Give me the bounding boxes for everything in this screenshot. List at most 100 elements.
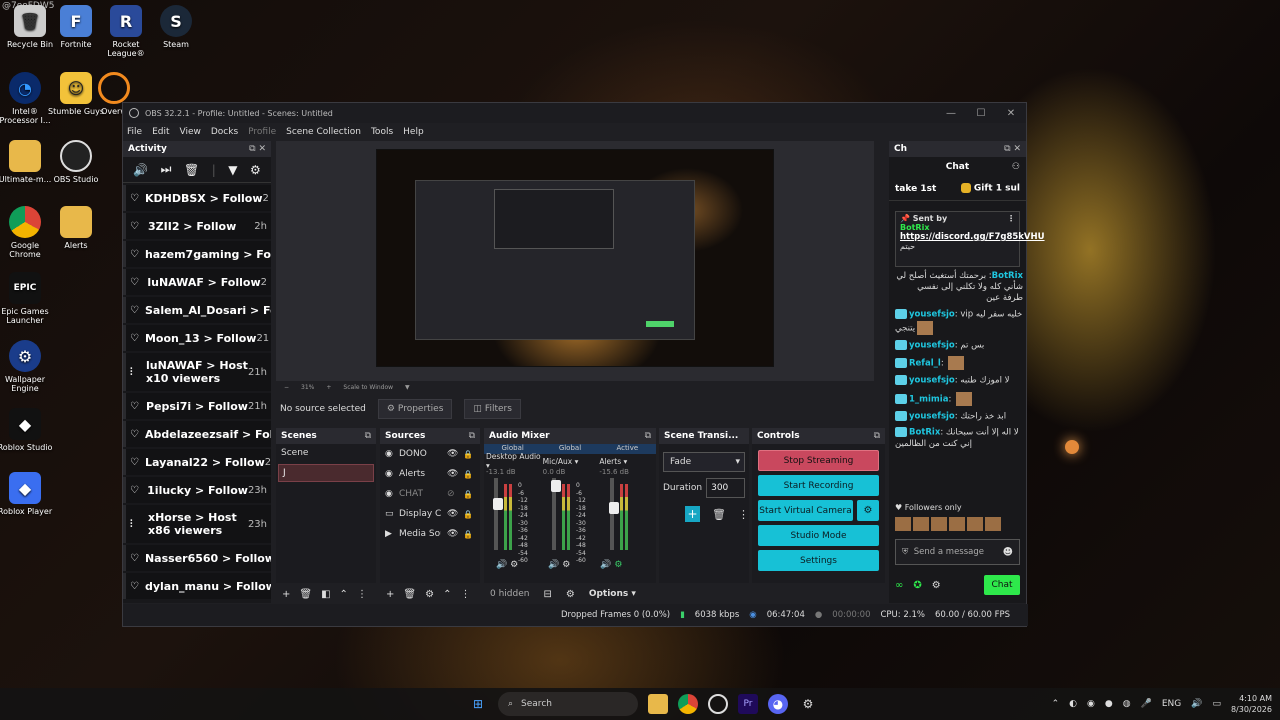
dock-float-icon[interactable]: ⧉ <box>469 431 475 441</box>
taskbar-search[interactable]: ⌕ Search <box>498 692 638 716</box>
filters-icon[interactable]: ◧ <box>321 589 330 600</box>
lock-icon[interactable]: 🔒 <box>463 490 473 499</box>
lock-icon[interactable]: 🔒 <box>463 510 473 519</box>
avatar[interactable] <box>895 517 911 531</box>
eye-icon[interactable]: 👁 <box>447 449 459 459</box>
eye-icon[interactable]: 👁 <box>447 469 459 479</box>
menu-docks[interactable]: Docks <box>211 127 238 137</box>
chevron-down-icon[interactable]: ▼ <box>405 384 410 391</box>
speaker-icon[interactable]: 🔊 ⚙ <box>600 560 622 570</box>
pinned-link[interactable]: https://discord.gg/F7g85kVHU <box>900 232 1045 242</box>
gear-icon[interactable]: ⚙ <box>425 589 434 600</box>
discord-icon[interactable]: ◕ <box>768 694 788 714</box>
remove-scene-button[interactable]: 🗑 <box>299 589 312 600</box>
avatar[interactable] <box>913 517 929 531</box>
file-explorer-icon[interactable] <box>648 694 668 714</box>
gift-button[interactable]: Gift 1 sul <box>960 183 1020 194</box>
skip-icon[interactable]: ⏭ <box>161 162 172 177</box>
chrome-icon[interactable] <box>678 694 698 714</box>
desktop-icon-steam[interactable]: S Steam <box>146 5 206 49</box>
add-transition-button[interactable]: + <box>685 506 701 522</box>
volume-fader[interactable] <box>551 478 561 550</box>
fader-knob[interactable] <box>493 498 503 510</box>
desktop-icon-wallpaper-engine[interactable]: ⚙ Wallpaper Engine <box>0 340 55 393</box>
activity-item[interactable]: ♡hazem7gaming > Follo <box>123 241 271 267</box>
fader-knob[interactable] <box>551 480 561 492</box>
desktop-icon-obs[interactable]: OBS Studio <box>46 140 106 184</box>
fader-knob[interactable] <box>609 502 619 514</box>
avatar[interactable] <box>985 517 1001 531</box>
eye-icon[interactable]: 👁 <box>447 509 459 519</box>
close-button[interactable]: ✕ <box>996 108 1026 119</box>
tray-app-icon[interactable]: ◉ <box>1087 699 1095 709</box>
user-list-icon[interactable]: ⚇ <box>1012 162 1020 172</box>
layout-icon[interactable]: ⊟ <box>543 589 551 600</box>
remove-source-button[interactable]: 🗑 <box>403 589 416 600</box>
move-up-icon[interactable]: ⌃ <box>443 589 451 600</box>
zoom-out-button[interactable]: − <box>284 384 289 391</box>
dock-float-icon[interactable]: ⧉ <box>874 431 880 441</box>
desktop-icon-roblox-studio[interactable]: ◆ Roblox Studio <box>0 408 55 452</box>
menu-scene-collection[interactable]: Scene Collection <box>286 127 361 137</box>
gear-icon[interactable]: ⚙ <box>932 580 941 591</box>
lock-icon[interactable]: 🔒 <box>463 530 473 539</box>
channel-mic-aux[interactable]: Mic/Aux ▾ <box>543 457 600 466</box>
avatar[interactable] <box>931 517 947 531</box>
menu-view[interactable]: View <box>180 127 201 137</box>
dock-controls[interactable]: ⧉ ✕ <box>249 144 266 154</box>
dock-float-icon[interactable]: ⧉ <box>365 431 371 441</box>
activity-item[interactable]: ♡ 3ZII2 > Follow 2h <box>123 213 271 239</box>
move-up-icon[interactable]: ⌃ <box>340 589 348 600</box>
emoji-icon[interactable]: ☻ <box>1003 547 1013 558</box>
send-message-input[interactable]: ⛨ Send a message ☻ <box>895 539 1020 565</box>
kick-icon[interactable]: ✪ <box>913 580 921 591</box>
menu-help[interactable]: Help <box>403 127 424 137</box>
maximize-button[interactable]: ☐ <box>966 108 996 119</box>
lock-icon[interactable]: 🔒 <box>463 470 473 479</box>
activity-item-host[interactable]: ⫶ luNAWAF > Host x10 viewers 21h <box>123 353 271 391</box>
settings-button[interactable]: Settings <box>758 550 879 571</box>
activity-item[interactable]: ♡ KDHDBSX > Follow 2 <box>123 185 271 211</box>
remove-transition-button[interactable]: 🗑 <box>712 508 726 521</box>
pinned-message[interactable]: 📌 Sent by ⋮ BotRix https://discord.gg/F7g… <box>895 211 1045 267</box>
studio-mode-button[interactable]: Studio Mode <box>758 525 879 546</box>
microphone-icon[interactable]: 🎤 <box>1141 699 1152 709</box>
activity-item[interactable]: ♡ Layanal22 > Follow 2 <box>123 449 271 475</box>
link-icon[interactable]: ⚙ <box>566 589 575 600</box>
avatar[interactable] <box>949 517 965 531</box>
tray-app-icon[interactable]: ◍ <box>1123 699 1131 709</box>
activity-item[interactable]: ♡ Nasser6560 > Follow <box>123 545 271 571</box>
speaker-icon[interactable]: 🔊 ⚙ <box>496 560 518 570</box>
windows-start-icon[interactable]: ⊞ <box>468 694 488 714</box>
source-item[interactable]: ◉ Alerts 👁 🔒 <box>380 464 480 484</box>
menu-file[interactable]: File <box>127 127 142 137</box>
avatar[interactable] <box>967 517 983 531</box>
more-icon[interactable]: ⋮ <box>357 589 367 600</box>
more-icon[interactable]: ⋮ <box>1007 214 1015 223</box>
trash-icon[interactable]: 🗑 <box>184 163 199 177</box>
volume-icon[interactable]: 🔊 <box>1191 699 1202 709</box>
desktop-icon-epic[interactable]: EPIC Epic Games Launcher <box>0 272 55 325</box>
scene-item[interactable]: Scene <box>276 444 376 462</box>
gear-icon[interactable]: ⚙ <box>857 500 879 521</box>
menu-edit[interactable]: Edit <box>152 127 169 137</box>
chevron-up-icon[interactable]: ⌃ <box>1052 699 1060 709</box>
language-indicator[interactable]: ENG <box>1162 699 1181 709</box>
filter-icon[interactable]: ▼ <box>228 163 237 177</box>
battery-icon[interactable]: ▭ <box>1212 699 1221 709</box>
activity-item[interactable]: ♡ 1ilucky > Follow 23h <box>123 477 271 503</box>
chat-send-button[interactable]: Chat <box>984 575 1020 595</box>
lock-icon[interactable]: 🔒 <box>463 450 473 459</box>
source-item[interactable]: ◉ CHAT ⊘ 🔒 <box>380 484 480 504</box>
activity-item[interactable]: ♡ Salem_Al_Dosari > Fo <box>123 297 271 323</box>
add-source-button[interactable]: + <box>386 589 394 600</box>
volume-fader[interactable] <box>493 478 503 550</box>
start-virtual-camera-button[interactable]: Start Virtual Camera <box>758 500 853 521</box>
volume-fader[interactable] <box>609 478 619 550</box>
channel-alerts[interactable]: Alerts ▾ <box>599 457 656 466</box>
steam-icon[interactable]: ⚙ <box>798 694 818 714</box>
source-item[interactable]: ▭Display Ca👁🔒 <box>380 504 480 524</box>
eye-hidden-icon[interactable]: ⊘ <box>447 489 459 499</box>
eye-icon[interactable]: 👁 <box>447 529 459 539</box>
options-button[interactable]: Options ▾ <box>589 589 636 599</box>
